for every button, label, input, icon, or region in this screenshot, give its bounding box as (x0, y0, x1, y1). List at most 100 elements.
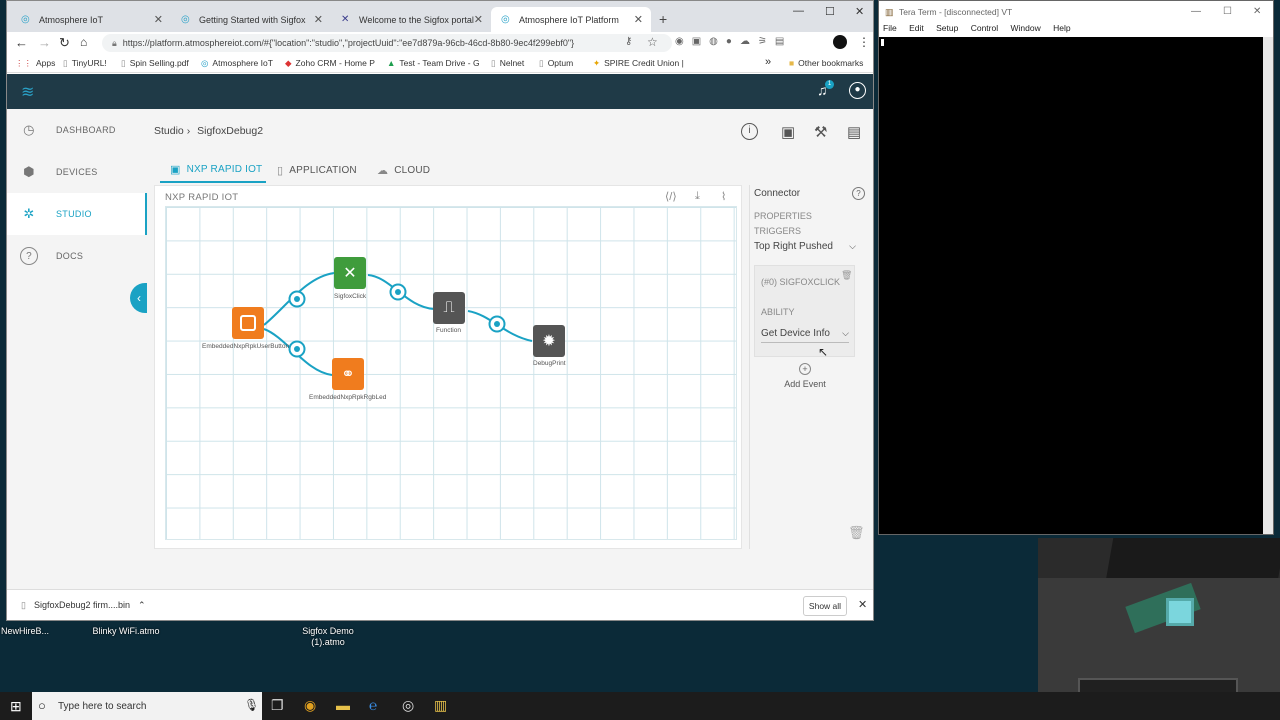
sidebar-item-devices[interactable]: ⬢ DEVICES (7, 151, 147, 193)
menu-help[interactable]: Help (1053, 23, 1070, 33)
address-bar-row: ← → ↻ ⌂ 🔒︎ https://platform.atmosphereiot… (7, 32, 873, 54)
bookmark-tinyurl[interactable]: ▯ TinyURL! (63, 58, 107, 69)
close-window-icon[interactable]: ✕ (1253, 6, 1261, 17)
help-circle-icon: ? (20, 247, 38, 265)
maximize-icon[interactable]: ☐ (825, 5, 835, 18)
teraterm-taskbar-icon[interactable]: ▥ (434, 697, 447, 714)
maximize-icon[interactable]: ☐ (1223, 6, 1232, 17)
url-input[interactable]: 🔒︎ https://platform.atmosphereiot.com/#{"… (102, 34, 672, 52)
trash-icon[interactable]: 🗑︎ (848, 525, 865, 541)
edge-icon[interactable]: ℮ (369, 697, 377, 713)
build-hammer-icon[interactable]: ⚒ (814, 123, 827, 141)
design-canvas[interactable]: EmbeddedNxpRpkUserButton ✕ SigfoxClick ⚭… (165, 206, 737, 540)
menu-window[interactable]: Window (1010, 23, 1040, 33)
help-icon[interactable]: ? (852, 187, 865, 200)
download-icon[interactable]: ⤓ (695, 190, 700, 203)
extension-icons[interactable]: ◉▣◍●☁⚞▤ (675, 36, 792, 47)
terminal-scrollbar[interactable] (1263, 37, 1273, 534)
minimize-icon[interactable]: — (793, 5, 804, 17)
back-icon[interactable]: ← (15, 35, 28, 50)
task-view-icon[interactable]: ❐ (271, 697, 284, 714)
button-square-icon (240, 315, 256, 331)
menu-setup[interactable]: Setup (936, 23, 958, 33)
program-list-icon[interactable]: ▤ (847, 123, 861, 141)
terminal-area[interactable] (879, 37, 1263, 534)
broom-icon[interactable]: ⌇ (721, 190, 726, 203)
bookmark-optum[interactable]: ▯ Optum (539, 58, 573, 69)
tab-label: Atmosphere IoT Platform (519, 14, 619, 25)
node-rgb-led[interactable]: ⚭ (332, 358, 364, 390)
info-icon[interactable]: i (741, 123, 758, 140)
delete-event-icon[interactable]: 🗑︎ (841, 270, 852, 281)
sidebar-item-docs[interactable]: ? DOCS (7, 235, 147, 277)
chevron-up-icon[interactable]: ⌃ (138, 600, 146, 610)
ability-select[interactable]: Get Device Info ⌵ (761, 328, 849, 343)
tab-application[interactable]: ▯ APPLICATION (277, 157, 357, 183)
close-download-bar-icon[interactable]: ✕ (858, 598, 867, 611)
bookmark-apps[interactable]: ⋮⋮ Apps (15, 58, 55, 69)
user-account-icon[interactable]: ● (849, 82, 866, 99)
close-tab-icon[interactable]: ✕ (474, 13, 483, 26)
tab-cloud[interactable]: ☁ CLOUD (377, 157, 430, 183)
node-sigfox-click[interactable]: ✕ (334, 257, 366, 289)
chrome-icon[interactable]: ◉ (304, 697, 316, 714)
node-function[interactable]: ⎍ (433, 292, 465, 324)
bookmarks-overflow-icon[interactable]: » (765, 56, 771, 68)
menu-dots-icon[interactable]: ⋮ (858, 35, 870, 49)
tab-nxp-rapid-iot[interactable]: ▣ NXP RAPID IOT (160, 157, 266, 183)
forward-icon[interactable]: → (38, 35, 51, 50)
close-window-icon[interactable]: ✕ (855, 5, 864, 18)
node-user-button[interactable] (232, 307, 264, 339)
bookmark-nelnet[interactable]: ▯ Nelnet (491, 58, 524, 69)
new-tab-icon[interactable]: + (659, 11, 667, 27)
menu-edit[interactable]: Edit (909, 23, 924, 33)
bookmark-zoho[interactable]: ◆ Zoho CRM - Home P (285, 58, 375, 69)
minimize-icon[interactable]: — (1191, 6, 1201, 17)
terminal-cursor (881, 39, 884, 46)
close-tab-icon[interactable]: ✕ (314, 13, 323, 26)
bookmark-star-icon[interactable]: ☆ (647, 35, 658, 49)
profile-icon[interactable] (833, 35, 847, 49)
tab-atmosphere-iot[interactable]: ◎ Atmosphere IoT ✕ (11, 7, 171, 32)
app-icon[interactable]: ◎ (402, 697, 414, 714)
bookmark-spin-selling[interactable]: ▯ Spin Selling.pdf (121, 58, 189, 69)
save-icon[interactable]: ▣ (781, 123, 795, 141)
home-icon[interactable]: ⌂ (80, 35, 87, 49)
desktop-icon-blinky[interactable]: Blinky WiFi.atmo (91, 626, 161, 637)
canvas-panel: NXP RAPID IOT ⟨/⟩ ⤓ ⌇ EmbeddedNxpRpkUser… (154, 185, 742, 549)
menu-control[interactable]: Control (971, 23, 998, 33)
close-tab-icon[interactable]: ✕ (154, 13, 163, 26)
sigfox-logo-icon: ✕ (343, 265, 357, 282)
file-explorer-icon[interactable]: ▬ (336, 697, 350, 713)
desktop-icon-newhire[interactable]: NewHireB... (0, 626, 60, 637)
breadcrumb-root[interactable]: Studio › (154, 125, 190, 137)
desktop-icon-sigfox-demo[interactable]: Sigfox Demo (1).atmo (293, 626, 363, 648)
bookmark-other[interactable]: ■ Other bookmarks (789, 58, 863, 68)
atmosphere-logo-icon[interactable]: ≋ (21, 82, 34, 102)
download-item[interactable]: ▯ SigfoxDebug2 firm....bin ⌃ (21, 600, 146, 611)
close-tab-icon[interactable]: ✕ (634, 13, 643, 26)
trigger-value: Top Right Pushed (754, 241, 833, 252)
sidebar-item-studio[interactable]: ✲ STUDIO (7, 193, 147, 235)
sidebar-item-dashboard[interactable]: ◷ DASHBOARD (7, 109, 147, 151)
tab-label: APPLICATION (289, 164, 357, 176)
tab-atmosphere-platform[interactable]: ◎ Atmosphere IoT Platform ✕ (491, 7, 651, 32)
trigger-select[interactable]: Top Right Pushed ⌵ (754, 241, 858, 252)
add-event-button[interactable]: + Add Event (780, 363, 830, 389)
key-icon[interactable]: ⚷ (625, 36, 632, 47)
bookmark-atmosphere[interactable]: ◎ Atmosphere IoT (201, 58, 273, 69)
windows-start-icon[interactable]: ⊞ (10, 698, 22, 715)
tab-sigfox-portal[interactable]: ✕ Welcome to the Sigfox portal ✕ (331, 7, 491, 32)
tab-getting-started[interactable]: ◎ Getting Started with Sigfox ✕ (171, 7, 331, 32)
reload-icon[interactable]: ↻ (59, 35, 70, 51)
menu-file[interactable]: File (883, 23, 897, 33)
code-view-icon[interactable]: ⟨/⟩ (665, 190, 677, 203)
node-debug-print[interactable]: ✹ (533, 325, 565, 357)
microphone-icon[interactable]: 🎙︎ (244, 698, 259, 712)
show-all-button[interactable]: Show all (803, 596, 847, 616)
bookmark-spire[interactable]: ✦ SPIRE Credit Union | (593, 58, 684, 69)
sidebar: ◷ DASHBOARD ⬢ DEVICES ✲ STUDIO ? DOCS (7, 109, 147, 589)
taskbar-search[interactable]: ○ Type here to search 🎙︎ (32, 692, 262, 720)
bookmark-team-drive[interactable]: ▲ Test - Team Drive - G (387, 58, 480, 68)
properties-label[interactable]: PROPERTIES (754, 211, 812, 221)
